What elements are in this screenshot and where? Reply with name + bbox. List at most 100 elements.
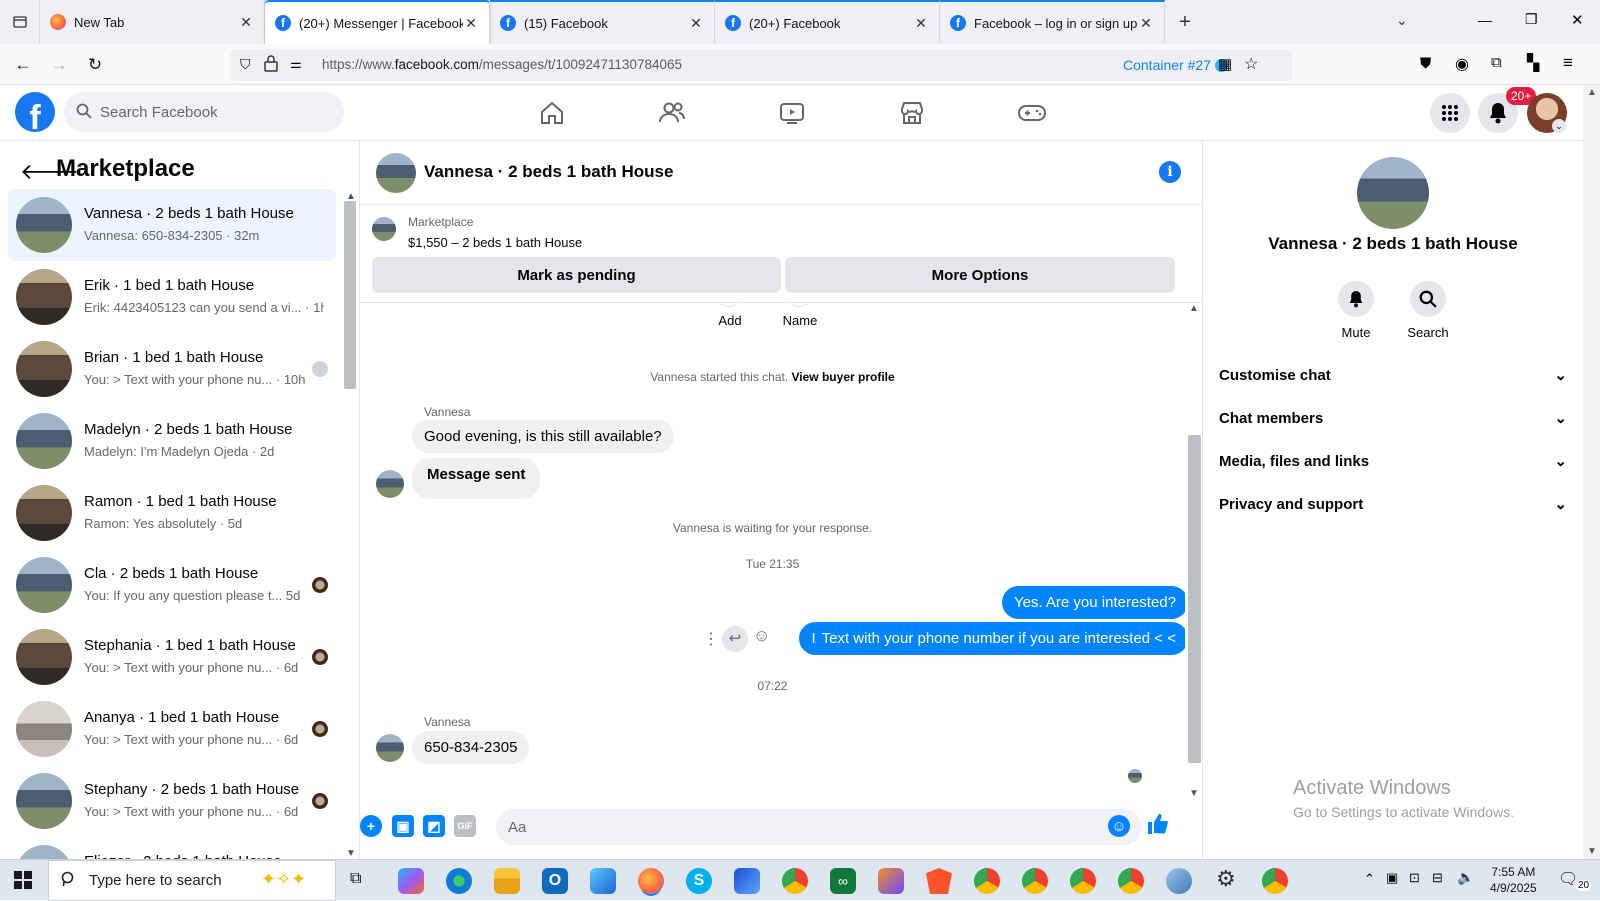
chevron-up-icon[interactable]: ⌃ — [1364, 871, 1375, 887]
listing-thumbnail[interactable] — [372, 217, 396, 241]
image-icon[interactable]: ▣ — [392, 815, 414, 837]
close-tab-icon[interactable]: ✕ — [463, 15, 479, 32]
conversation-item[interactable]: Stephany · 2 beds 1 bath House You: > Tex… — [8, 765, 336, 837]
info-icon[interactable]: i — [1159, 161, 1181, 183]
skype-icon[interactable]: S — [686, 868, 712, 894]
app-arc-icon[interactable] — [734, 868, 760, 894]
bookmark-star-icon[interactable]: ☆ — [1244, 54, 1258, 74]
app-infinity-icon[interactable]: ∞ — [830, 868, 856, 894]
tab-list-icon[interactable] — [0, 0, 40, 44]
more-options-button[interactable]: More Options — [785, 257, 1175, 293]
conversation-item[interactable]: Brian · 1 bed 1 bath House You: > Text wi… — [8, 333, 336, 405]
more-actions-icon[interactable]: ⋮ — [703, 629, 719, 649]
scroll-up-icon[interactable]: ▲ — [1587, 87, 1597, 98]
conversation-item[interactable]: Eliezer · 2 beds 1 bath House — [8, 837, 336, 859]
conversation-item[interactable]: Ramon · 1 bed 1 bath House Ramon: Yes abs… — [8, 477, 336, 549]
conversation-item[interactable]: Ananya · 1 bed 1 bath House You: > Text w… — [8, 693, 336, 765]
chrome-profile-r2-icon[interactable] — [1118, 868, 1144, 894]
scrollbar-thumb[interactable] — [344, 201, 356, 389]
name-circle-icon[interactable] — [784, 303, 814, 307]
close-tab-icon[interactable]: ✕ — [913, 15, 929, 32]
shield-icon[interactable]: ⛉ — [240, 56, 251, 73]
reload-icon[interactable]: ↻ — [82, 52, 108, 78]
plus-icon[interactable]: + — [360, 815, 382, 837]
mark-pending-button[interactable]: Mark as pending — [372, 257, 781, 293]
brave-icon[interactable] — [926, 868, 952, 894]
system-clock[interactable]: 7:55 AM 4/9/2025 — [1490, 864, 1537, 896]
incoming-message[interactable]: 650-834-2305 — [412, 731, 530, 764]
settings-gear-icon[interactable]: ⚙ — [1216, 866, 1236, 892]
file-explorer-icon[interactable] — [494, 868, 520, 894]
facebook-logo[interactable]: f — [15, 92, 55, 132]
chrome-icon[interactable] — [782, 868, 808, 894]
listing-avatar[interactable] — [1357, 157, 1429, 229]
sender-avatar[interactable] — [376, 734, 404, 762]
sender-avatar[interactable] — [376, 470, 404, 498]
thumbs-up-icon[interactable] — [1146, 813, 1168, 840]
search-input[interactable]: Search Facebook — [64, 92, 344, 132]
search-chat-button[interactable]: Search — [1392, 281, 1464, 340]
scrollbar-thumb[interactable] — [1188, 435, 1201, 763]
conversation-item[interactable]: Madelyn · 2 beds 1 bath House Madelyn: I'… — [8, 405, 336, 477]
container-label[interactable]: Container #27 — [1123, 57, 1228, 73]
extensions-icon[interactable]: ⧉ — [1491, 54, 1502, 71]
container-menu-icon[interactable]: ▚ — [1527, 53, 1539, 73]
restore-window-button[interactable]: ❐ — [1525, 11, 1538, 28]
chat-title[interactable]: Vannesa · 2 beds 1 bath House — [424, 162, 673, 182]
nav-marketplace[interactable] — [856, 93, 968, 133]
nav-home[interactable] — [496, 93, 608, 133]
menu-grid-button[interactable] — [1430, 93, 1470, 133]
outgoing-message[interactable]: I Text with your phone number if you are … — [799, 622, 1185, 655]
pocket-icon[interactable]: ⛊ — [1420, 55, 1431, 72]
view-buyer-profile-link[interactable]: View buyer profile — [792, 370, 895, 384]
windows-start-icon[interactable] — [14, 871, 32, 894]
tray-app-icon[interactable]: ▣ — [1386, 870, 1398, 886]
outlook-icon[interactable]: O — [542, 868, 568, 894]
chevron-down-icon[interactable]: ⌄ — [1552, 119, 1566, 133]
section-chat-members[interactable]: Chat members ⌄ — [1219, 398, 1567, 438]
tab-facebook-login[interactable]: f Facebook – log in or sign up ✕ — [940, 0, 1165, 44]
account-icon[interactable]: ◉ — [1455, 54, 1469, 74]
incoming-message[interactable]: Good evening, is this still available? — [412, 420, 674, 453]
tab-facebook-20[interactable]: f (20+) Facebook ✕ — [715, 0, 940, 44]
section-privacy-support[interactable]: Privacy and support ⌄ — [1219, 484, 1567, 524]
close-tab-icon[interactable]: ✕ — [1138, 15, 1154, 32]
scroll-up-icon[interactable]: ▲ — [1189, 303, 1199, 314]
chrome-profile-md-icon[interactable] — [1070, 868, 1096, 894]
section-media-files-links[interactable]: Media, files and links ⌄ — [1219, 441, 1567, 481]
close-window-button[interactable]: ✕ — [1571, 11, 1584, 29]
conversation-item[interactable]: Erik · 1 bed 1 bath House Erik: 442340512… — [8, 261, 336, 333]
mute-button[interactable]: Mute — [1320, 281, 1392, 340]
conversation-item[interactable]: Stephania · 1 bed 1 bath House You: > Tex… — [8, 621, 336, 693]
firefox-taskbar-icon[interactable] — [638, 868, 664, 894]
tab-messenger[interactable]: f (20+) Messenger | Facebook ✕ — [265, 0, 490, 44]
lock-icon[interactable] — [264, 54, 278, 77]
forward-arrow-icon[interactable]: → — [46, 52, 72, 78]
conversation-item[interactable]: Cla · 2 beds 1 bath House You: If you any… — [8, 549, 336, 621]
app-network-icon[interactable] — [1166, 868, 1192, 894]
reply-icon[interactable]: ↩ — [722, 626, 748, 652]
minimize-window-button[interactable]: — — [1478, 12, 1492, 28]
new-tab-button[interactable]: + — [1165, 0, 1205, 44]
tray-meet-icon[interactable]: ⊡ — [1409, 870, 1420, 886]
copilot-icon[interactable] — [398, 868, 424, 894]
conversation-item[interactable]: Vannesa · 2 beds 1 bath House Vannesa: 65… — [8, 189, 336, 261]
section-customise-chat[interactable]: Customise chat ⌄ — [1219, 355, 1567, 395]
scroll-down-icon[interactable]: ▼ — [346, 848, 356, 859]
outgoing-message[interactable]: Yes. Are you interested? — [1001, 586, 1185, 619]
gif-icon[interactable]: GIF — [454, 815, 476, 837]
listing-price-title[interactable]: $1,550 – 2 beds 1 bath House — [408, 235, 582, 250]
task-view-icon[interactable]: ⧉ — [350, 870, 361, 888]
nav-friends[interactable] — [616, 93, 728, 133]
list-all-tabs-icon[interactable]: ⌄ — [1396, 12, 1408, 29]
address-bar[interactable]: ⛉ ⚌ https://www.facebook.com/messages/t/… — [230, 49, 1292, 81]
tab-facebook-15[interactable]: f (15) Facebook ✕ — [490, 0, 715, 44]
sticker-icon[interactable]: ◩ — [423, 815, 445, 837]
message-input[interactable]: Aa — [496, 809, 1142, 845]
back-arrow-icon[interactable]: ← — [10, 52, 36, 78]
close-tab-icon[interactable]: ✕ — [688, 15, 704, 32]
add-circle-icon[interactable] — [714, 303, 744, 307]
emoji-picker-icon[interactable]: ☺ — [1108, 815, 1130, 837]
chat-avatar[interactable] — [376, 153, 416, 193]
page-scrollbar[interactable]: ▲ ▼ — [1583, 85, 1600, 859]
